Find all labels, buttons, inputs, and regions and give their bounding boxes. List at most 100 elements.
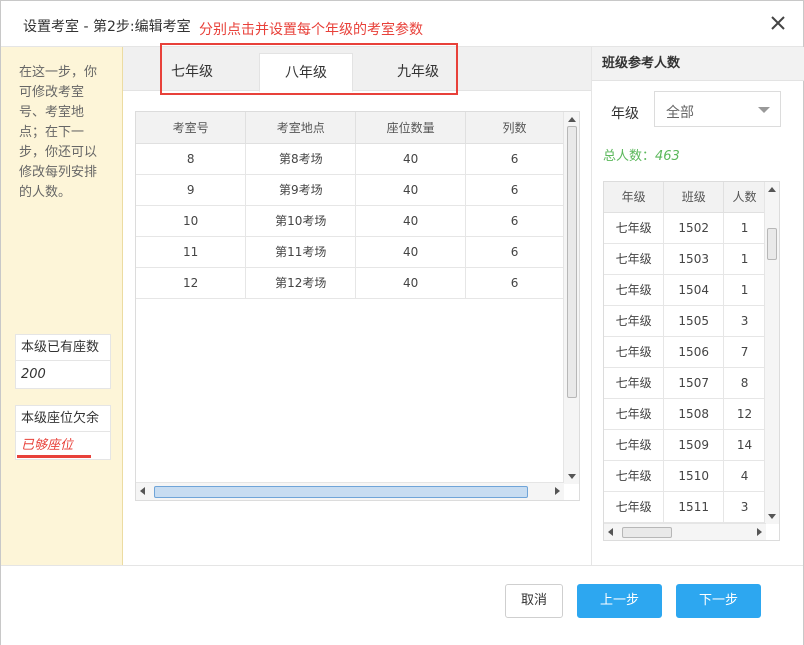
table-row[interactable]: 七年级 1504 1: [604, 274, 766, 306]
col-header-columns[interactable]: 列数: [465, 112, 564, 144]
cell-columns[interactable]: 6: [465, 236, 564, 268]
col-header-count[interactable]: 人数: [723, 182, 766, 213]
hint-sidebar: 在这一步，你可修改考室号、考室地点；在下一步，你还可以修改每列安排的人数。 本级…: [1, 47, 123, 565]
table-row[interactable]: 8 第8考场 40 6: [136, 143, 564, 175]
cell-grade: 七年级: [604, 274, 665, 306]
col-header-grade[interactable]: 年级: [604, 182, 665, 213]
dialog-titlebar: 设置考室 - 第2步:编辑考室 分别点击并设置每个年级的考室参数: [1, 1, 803, 47]
scroll-up-arrow-icon[interactable]: [568, 117, 576, 122]
next-step-button[interactable]: 下一步: [676, 584, 761, 618]
cell-location[interactable]: 第8考场: [245, 143, 357, 175]
seat-shortage-box: 本级座位欠余 已够座位: [15, 405, 111, 460]
col-header-location[interactable]: 考室地点: [245, 112, 357, 144]
table-row[interactable]: 12 第12考场 40 6: [136, 267, 564, 299]
cell-columns[interactable]: 6: [465, 267, 564, 299]
class-vscroll-thumb[interactable]: [767, 228, 777, 260]
table-row[interactable]: 七年级 1511 3: [604, 491, 766, 523]
scroll-down-arrow-icon[interactable]: [568, 474, 576, 479]
table-row[interactable]: 七年级 1508 12: [604, 398, 766, 430]
cell-grade: 七年级: [604, 460, 665, 492]
existing-seats-value: 200: [21, 367, 46, 382]
class-participants-panel: 班级参考人数 年级 全部 总人数：463 年级 班级 人数 七年级15021: [591, 47, 804, 565]
scroll-right-arrow-icon[interactable]: [555, 487, 560, 495]
col-header-seat-count[interactable]: 座位数量: [355, 112, 467, 144]
cell-room-no[interactable]: 10: [136, 205, 247, 237]
scroll-up-arrow-icon[interactable]: [768, 187, 776, 192]
table-row[interactable]: 七年级 1506 7: [604, 336, 766, 368]
cell-seat-count[interactable]: 40: [355, 143, 467, 175]
table-row[interactable]: 七年级 1510 4: [604, 460, 766, 492]
cell-class: 1504: [663, 274, 725, 306]
cancel-button[interactable]: 取消: [505, 584, 563, 618]
dialog-title: 设置考室 - 第2步:编辑考室: [23, 19, 191, 35]
cell-class: 1510: [663, 460, 725, 492]
table-row[interactable]: 七年级 1505 3: [604, 305, 766, 337]
room-editor-panel: 七年级 八年级 九年级 考室号 考室地点 座位数量 列数 8 第8考场 40 6…: [123, 43, 591, 565]
cell-room-no[interactable]: 8: [136, 143, 247, 175]
cell-columns[interactable]: 6: [465, 205, 564, 237]
class-vertical-scrollbar[interactable]: [764, 182, 779, 524]
table-row[interactable]: 七年级 1507 8: [604, 367, 766, 399]
cell-room-no[interactable]: 11: [136, 236, 247, 268]
cell-location[interactable]: 第9考场: [245, 174, 357, 206]
table-row[interactable]: 七年级 1502 1: [604, 212, 766, 244]
rooms-hscroll-thumb[interactable]: [154, 486, 528, 498]
table-row[interactable]: 11 第11考场 40 6: [136, 236, 564, 268]
class-table: 年级 班级 人数 七年级 1502 1 七年级 1503 1 七年级 1504 1 七年级 1…: [604, 182, 766, 523]
cell-location[interactable]: 第10考场: [245, 205, 357, 237]
cell-grade: 七年级: [604, 398, 665, 430]
tab-grade-9[interactable]: 九年级: [371, 53, 465, 91]
cell-class: 1506: [663, 336, 725, 368]
setup-exam-room-dialog: 设置考室 - 第2步:编辑考室 分别点击并设置每个年级的考室参数 在这一步，你可…: [0, 0, 804, 645]
table-row[interactable]: 10 第10考场 40 6: [136, 205, 564, 237]
cell-columns[interactable]: 6: [465, 143, 564, 175]
table-row[interactable]: 七年级 1509 14: [604, 429, 766, 461]
tab-grade-8[interactable]: 八年级: [259, 53, 353, 92]
cell-class: 1508: [663, 398, 725, 430]
cell-class: 1509: [663, 429, 725, 461]
col-header-room-no[interactable]: 考室号: [136, 112, 247, 144]
total-value: 463: [655, 149, 680, 164]
col-header-class[interactable]: 班级: [663, 182, 725, 213]
rooms-vscroll-thumb[interactable]: [567, 126, 577, 398]
cell-count: 3: [723, 491, 766, 523]
tab-grade-7[interactable]: 七年级: [145, 53, 239, 91]
existing-seats-label: 本级已有座数: [16, 335, 110, 361]
cell-seat-count[interactable]: 40: [355, 236, 467, 268]
rooms-horizontal-scrollbar[interactable]: [136, 482, 564, 500]
scroll-right-arrow-icon[interactable]: [757, 528, 762, 536]
class-grid: 年级 班级 人数 七年级 1502 1 七年级 1503 1 七年级 1504 1 七年级 1…: [603, 181, 780, 541]
total-label: 总人数：: [603, 149, 656, 164]
table-row[interactable]: 9 第9考场 40 6: [136, 174, 564, 206]
cell-room-no[interactable]: 12: [136, 267, 247, 299]
total-participants: 总人数：463: [603, 145, 680, 164]
cell-room-no[interactable]: 9: [136, 174, 247, 206]
cell-count: 1: [723, 274, 766, 306]
rooms-header-row: 考室号 考室地点 座位数量 列数: [136, 112, 564, 144]
scroll-left-arrow-icon[interactable]: [140, 487, 145, 495]
cell-location[interactable]: 第12考场: [245, 267, 357, 299]
cell-class: 1502: [663, 212, 725, 244]
scroll-down-arrow-icon[interactable]: [768, 514, 776, 519]
class-hscroll-thumb[interactable]: [622, 527, 672, 538]
cell-count: 4: [723, 460, 766, 492]
scroll-left-arrow-icon[interactable]: [608, 528, 613, 536]
class-horizontal-scrollbar[interactable]: [604, 523, 766, 540]
close-icon[interactable]: [769, 14, 787, 32]
table-row[interactable]: 七年级 1503 1: [604, 243, 766, 275]
cell-count: 14: [723, 429, 766, 461]
cell-location[interactable]: 第11考场: [245, 236, 357, 268]
step-hint-text: 在这一步，你可修改考室号、考室地点；在下一步，你还可以修改每列安排的人数。: [19, 65, 98, 200]
rooms-vertical-scrollbar[interactable]: [563, 112, 579, 484]
previous-step-button[interactable]: 上一步: [577, 584, 662, 618]
cell-class: 1505: [663, 305, 725, 337]
cell-count: 3: [723, 305, 766, 337]
cell-columns[interactable]: 6: [465, 174, 564, 206]
cell-grade: 七年级: [604, 491, 665, 523]
existing-seats-box: 本级已有座数 200: [15, 334, 111, 389]
grade-filter-select[interactable]: 全部: [654, 91, 781, 127]
cell-seat-count[interactable]: 40: [355, 174, 467, 206]
cell-seat-count[interactable]: 40: [355, 205, 467, 237]
cell-count: 8: [723, 367, 766, 399]
cell-seat-count[interactable]: 40: [355, 267, 467, 299]
